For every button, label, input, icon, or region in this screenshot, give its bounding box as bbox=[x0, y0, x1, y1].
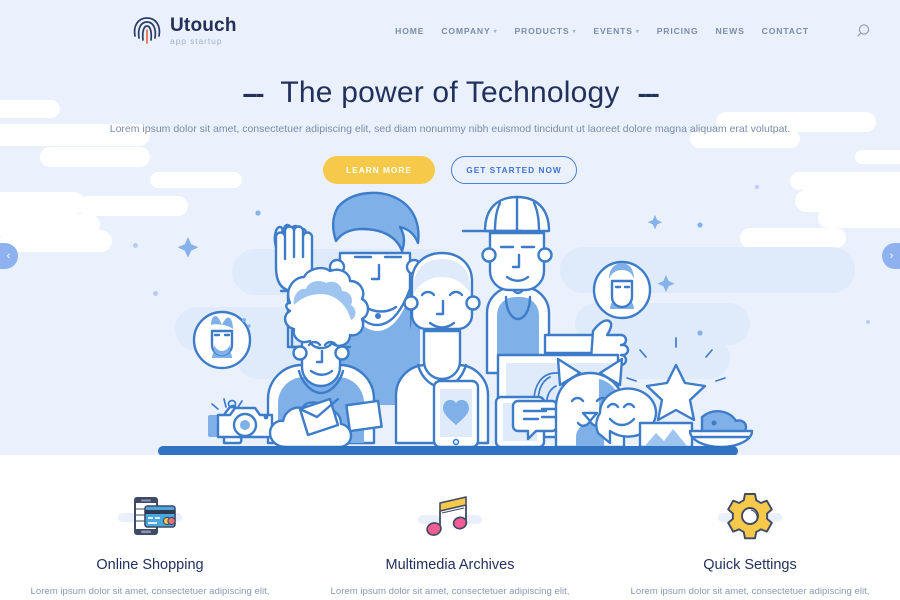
title-dash-left: --- bbox=[242, 77, 264, 108]
ground-bar bbox=[158, 446, 738, 455]
logo-name: Utouch bbox=[170, 15, 237, 37]
avatar-badge-right bbox=[592, 260, 652, 320]
search-icon bbox=[857, 24, 870, 37]
logo-tagline: app startup bbox=[170, 36, 223, 47]
get-started-button[interactable]: GET STARTED NOW bbox=[451, 156, 577, 185]
nav-label: COMPANY bbox=[441, 26, 491, 36]
nav-item-contact[interactable]: CONTACT bbox=[762, 26, 809, 36]
technology-team-illustration: .ln { fill:none; stroke:#3d7cc9; stroke-… bbox=[158, 191, 855, 455]
nav-label: NEWS bbox=[715, 26, 745, 36]
nav-label: EVENTS bbox=[593, 26, 633, 36]
nav-label: PRICING bbox=[656, 26, 699, 36]
nav-item-pricing[interactable]: PRICING bbox=[657, 26, 699, 36]
chevron-down-icon: ▾ bbox=[493, 28, 498, 35]
fingerprint-icon bbox=[133, 17, 161, 44]
music-note-icon bbox=[328, 489, 572, 543]
hero-buttons: LEARN MORE GET STARTED NOW bbox=[0, 156, 900, 185]
title-dash-right: --- bbox=[637, 77, 660, 108]
phone-heart-device bbox=[432, 379, 480, 449]
shopping-phone-card-icon bbox=[28, 489, 272, 543]
logo-text: Utouch app startup bbox=[170, 16, 237, 46]
feature-title: Online Shopping bbox=[96, 557, 204, 573]
feature-title: Multimedia Archives bbox=[385, 557, 515, 573]
feature-multimedia-archives: Multimedia Archives Lorem ipsum dolor si… bbox=[300, 489, 600, 600]
site-header: Utouch app startup HOME COMPANY ▾ PRODUC… bbox=[0, 0, 900, 62]
feature-text: Lorem ipsum dolor sit amet, consectetuer… bbox=[330, 586, 570, 597]
nav-item-company[interactable]: COMPANY ▾ bbox=[441, 26, 497, 36]
nav-item-news[interactable]: NEWS bbox=[715, 26, 744, 36]
hero-subtitle: Lorem ipsum dolor sit amet, consectetuer… bbox=[109, 123, 791, 135]
feature-quick-settings: Quick Settings Lorem ipsum dolor sit ame… bbox=[600, 489, 900, 600]
feature-online-shopping: Online Shopping Lorem ipsum dolor sit am… bbox=[0, 489, 300, 600]
character-cap-man bbox=[461, 195, 553, 375]
feature-text: Lorem ipsum dolor sit amet, consectetuer… bbox=[30, 586, 270, 597]
nav-label: PRODUCTS bbox=[514, 26, 570, 36]
nav-item-events[interactable]: EVENTS ▾ bbox=[593, 26, 639, 36]
features-section: Online Shopping Lorem ipsum dolor sit am… bbox=[0, 455, 900, 600]
chat-tablet-device bbox=[494, 395, 559, 449]
feature-title: Quick Settings bbox=[703, 557, 797, 573]
main-navigation: HOME COMPANY ▾ PRODUCTS ▾ EVENTS ▾ PRICI… bbox=[395, 20, 874, 42]
nav-item-products[interactable]: PRODUCTS ▾ bbox=[514, 26, 576, 36]
chevron-down-icon: ▾ bbox=[572, 28, 577, 35]
photo-card bbox=[638, 421, 694, 449]
feature-text: Lorem ipsum dolor sit amet, consectetuer… bbox=[630, 586, 870, 597]
hero-section: Utouch app startup HOME COMPANY ▾ PRODUC… bbox=[0, 0, 900, 455]
title-text: The power of Technology bbox=[280, 76, 620, 109]
nav-label: HOME bbox=[395, 26, 425, 36]
nav-item-home[interactable]: HOME bbox=[395, 26, 424, 36]
avatar-badge-left bbox=[192, 310, 252, 370]
hero-illustration: .ln { fill:none; stroke:#3d7cc9; stroke-… bbox=[0, 185, 900, 455]
gear-icon bbox=[628, 489, 872, 543]
learn-more-button[interactable]: LEARN MORE bbox=[323, 156, 435, 185]
fish-bowl bbox=[688, 410, 754, 449]
hero-copy: --- The power of Technology --- Lorem ip… bbox=[0, 62, 900, 185]
page-title: --- The power of Technology --- bbox=[0, 76, 900, 110]
search-button[interactable] bbox=[852, 20, 874, 42]
nav-label: CONTACT bbox=[761, 26, 809, 36]
chevron-down-icon: ▾ bbox=[635, 28, 640, 35]
logo[interactable]: Utouch app startup bbox=[132, 14, 237, 48]
